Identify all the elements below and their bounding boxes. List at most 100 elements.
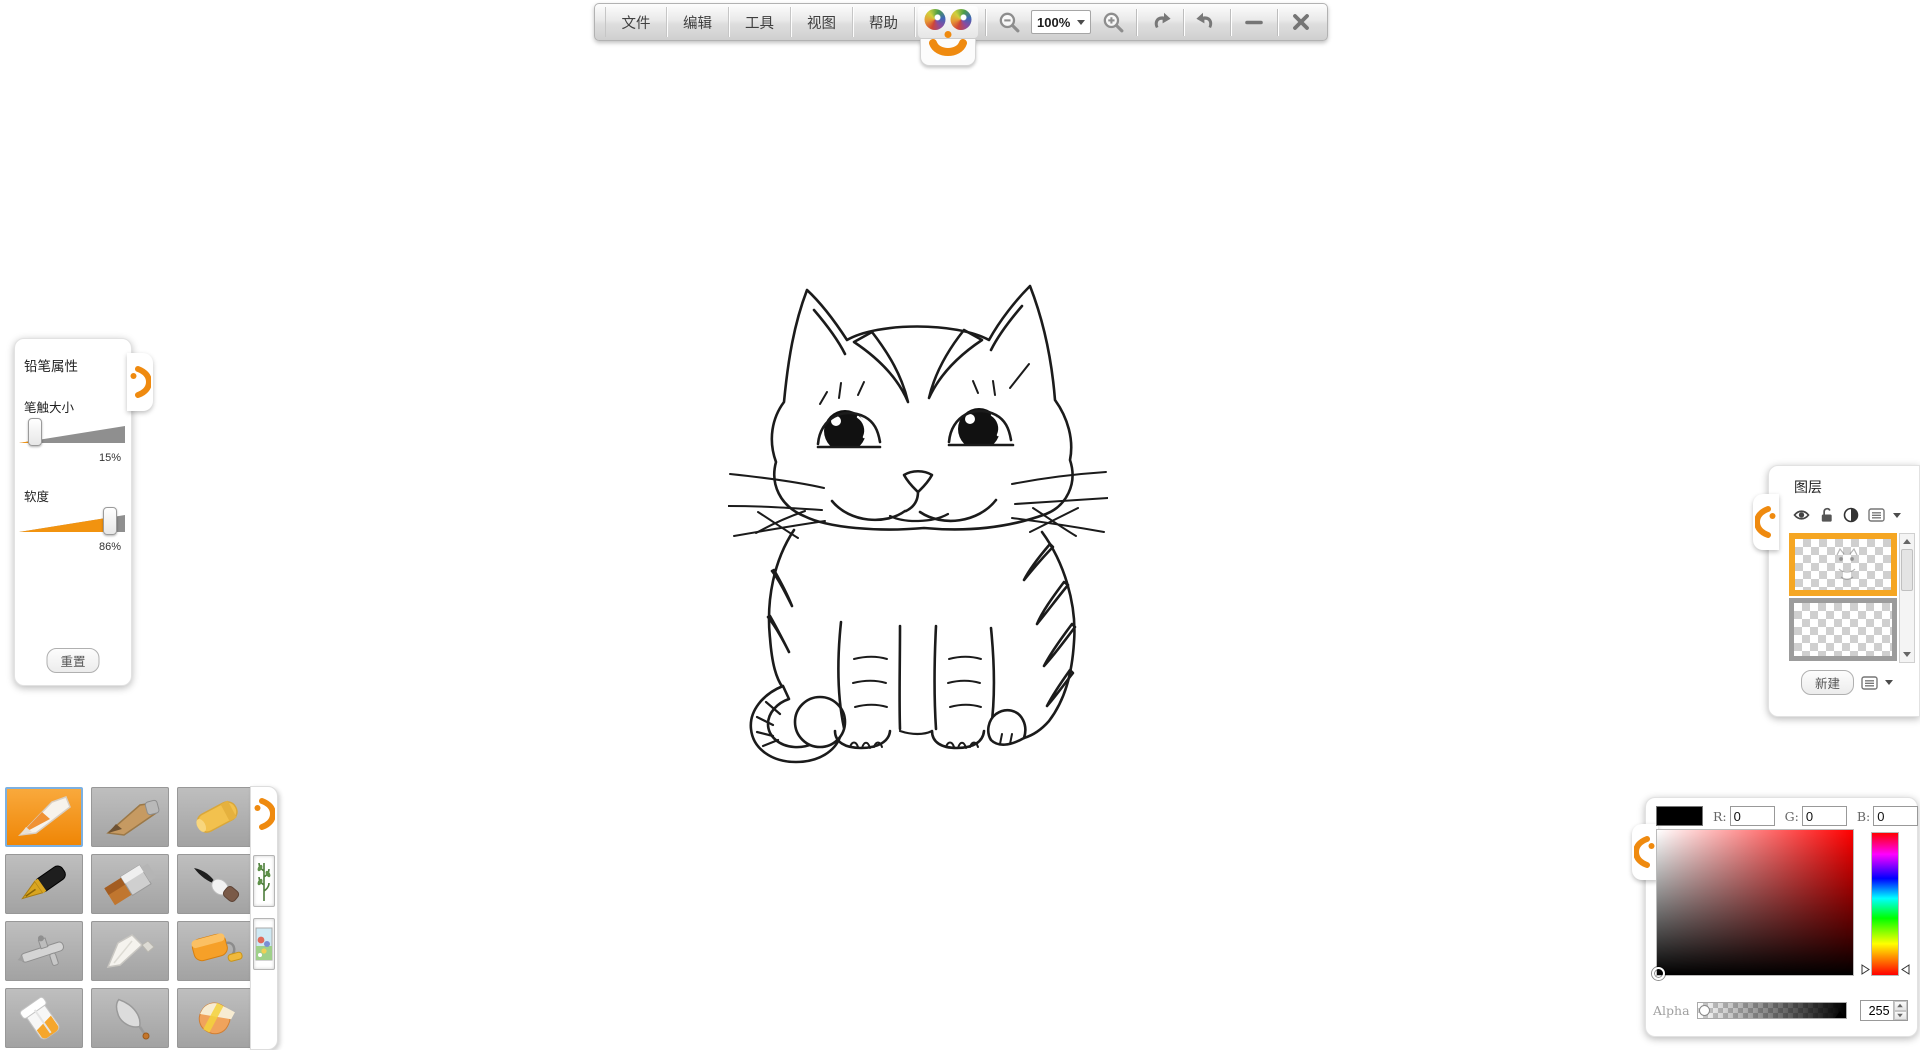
redo-icon xyxy=(1194,10,1220,34)
menu-tools[interactable]: 工具 xyxy=(729,7,791,37)
hue-marker-left-icon[interactable] xyxy=(1861,964,1870,975)
triangle-down-icon xyxy=(1903,652,1911,657)
menu-file[interactable]: 文件 xyxy=(605,7,667,37)
layer-options-button[interactable] xyxy=(1867,506,1886,524)
zoom-out-button[interactable] xyxy=(990,6,1028,38)
scrollbar-thumb[interactable] xyxy=(1901,549,1913,591)
caret-down-icon xyxy=(1077,20,1085,25)
tool-palette-knife[interactable] xyxy=(91,921,169,981)
mascot-swirl-eyes-icon xyxy=(925,9,972,30)
sv-selection-marker[interactable] xyxy=(1652,967,1665,980)
layer-visibility-button[interactable] xyxy=(1792,506,1811,524)
hue-slider[interactable] xyxy=(1871,832,1899,976)
zoom-in-button[interactable] xyxy=(1094,6,1132,38)
zoom-in-icon xyxy=(1102,11,1125,34)
close-button[interactable] xyxy=(1282,6,1320,38)
layer-thumb[interactable] xyxy=(1789,598,1897,661)
eraser-icon xyxy=(184,994,248,1042)
tool-eraser[interactable] xyxy=(177,988,255,1048)
main-toolbar: 文件 编辑 工具 视图 帮助 100% xyxy=(594,3,1328,41)
pencil-properties-panel: 铅笔属性 笔触大小 15% 软度 86% 重置 xyxy=(14,338,132,686)
tool-fountain-pen[interactable] xyxy=(5,854,83,914)
layer-list-options-button[interactable] xyxy=(1860,674,1879,692)
zoom-level-dropdown[interactable]: 100% xyxy=(1031,10,1091,34)
tool-airbrush[interactable] xyxy=(5,921,83,981)
minimize-button[interactable] xyxy=(1235,6,1273,38)
caret-down-icon[interactable] xyxy=(1885,680,1893,685)
menu-help[interactable]: 帮助 xyxy=(853,7,915,37)
menu-edit[interactable]: 编辑 xyxy=(667,7,729,37)
tool-metal-liner[interactable] xyxy=(91,988,169,1048)
undo-button[interactable] xyxy=(1141,6,1179,38)
softness-value: 86% xyxy=(19,541,125,553)
new-layer-button[interactable]: 新建 xyxy=(1801,670,1854,695)
reset-button[interactable]: 重置 xyxy=(46,648,99,673)
mascot-nose-icon xyxy=(945,31,952,38)
alpha-label: Alpha xyxy=(1653,1003,1690,1018)
undo-icon xyxy=(1147,10,1173,34)
scroll-up-button[interactable] xyxy=(1900,534,1914,549)
triangle-down-icon xyxy=(1897,1014,1903,1018)
size-slider-thumb[interactable] xyxy=(28,418,42,446)
redo-button[interactable] xyxy=(1188,6,1226,38)
palette-handle-crescent-icon[interactable] xyxy=(253,797,275,831)
saturation-value-picker[interactable] xyxy=(1656,829,1854,976)
hue-marker-right-icon[interactable] xyxy=(1901,964,1910,975)
scroll-down-button[interactable] xyxy=(1900,647,1914,662)
layer-thumb[interactable] xyxy=(1789,533,1897,596)
picture-stamp-button[interactable] xyxy=(253,918,275,970)
layer-blend-button[interactable] xyxy=(1842,506,1860,524)
tool-paint-roller[interactable] xyxy=(177,921,255,981)
contrast-icon xyxy=(1842,506,1860,524)
color-panel-handle[interactable] xyxy=(1632,824,1658,880)
metal-liner-icon xyxy=(98,994,162,1042)
layers-panel-handle[interactable] xyxy=(1753,494,1779,550)
zoom-level-value: 100% xyxy=(1037,15,1070,30)
alpha-increment-button[interactable] xyxy=(1894,1001,1907,1011)
layer-lock-button[interactable] xyxy=(1818,506,1835,524)
slider-softness[interactable] xyxy=(19,509,125,533)
softness-slider-thumb[interactable] xyxy=(103,507,117,535)
alpha-slider-thumb[interactable] xyxy=(1699,1005,1710,1016)
color-picker-panel: R: G: B: Alpha xyxy=(1645,797,1918,1037)
pencil-panel-handle[interactable] xyxy=(127,353,153,411)
layer-cat-thumbnail xyxy=(1795,539,1891,591)
red-input[interactable] xyxy=(1730,806,1775,826)
orange-crescent-icon xyxy=(1634,835,1656,869)
green-input[interactable] xyxy=(1802,806,1847,826)
alpha-slider[interactable] xyxy=(1697,1002,1847,1019)
palette-knife-icon xyxy=(98,927,162,975)
alpha-input[interactable] xyxy=(1863,1004,1890,1018)
alpha-marker-icon xyxy=(1835,1011,1845,1018)
alpha-decrement-button[interactable] xyxy=(1894,1011,1907,1021)
tool-flat-brush[interactable] xyxy=(91,854,169,914)
blue-input[interactable] xyxy=(1873,806,1918,826)
eye-icon xyxy=(1792,506,1811,524)
plant-stamp-icon xyxy=(256,859,272,903)
toolbar-drag-tab[interactable] xyxy=(920,39,976,66)
slider-size[interactable] xyxy=(19,420,125,444)
plant-stamp-button[interactable] xyxy=(253,855,275,907)
ink-brush-icon xyxy=(184,860,248,908)
paint-jar-icon xyxy=(12,994,76,1042)
crayon-icon xyxy=(184,793,248,841)
palette-side-strip xyxy=(250,786,278,1050)
layers-panel-title: 图层 xyxy=(1794,477,1919,497)
drawing-canvas-cat-sketch[interactable] xyxy=(728,270,1108,770)
orange-crescent-icon xyxy=(1755,505,1777,539)
tool-ink-brush[interactable] xyxy=(177,854,255,914)
tool-wooden-pencil[interactable] xyxy=(91,787,169,847)
triangle-up-icon xyxy=(1897,1004,1903,1008)
tool-pencil[interactable] xyxy=(5,787,83,847)
tool-palette xyxy=(5,787,255,1048)
mascot-button[interactable] xyxy=(918,6,978,38)
caret-down-icon[interactable] xyxy=(1893,513,1901,518)
menu-view[interactable]: 视图 xyxy=(791,7,853,37)
tool-paint-jar[interactable] xyxy=(5,988,83,1048)
softness-label: 软度 xyxy=(24,486,131,505)
tool-crayon[interactable] xyxy=(177,787,255,847)
close-icon xyxy=(1290,11,1312,33)
layers-scrollbar[interactable] xyxy=(1899,533,1915,663)
green-label: G: xyxy=(1785,809,1799,824)
mascot-smile-icon xyxy=(928,39,968,59)
